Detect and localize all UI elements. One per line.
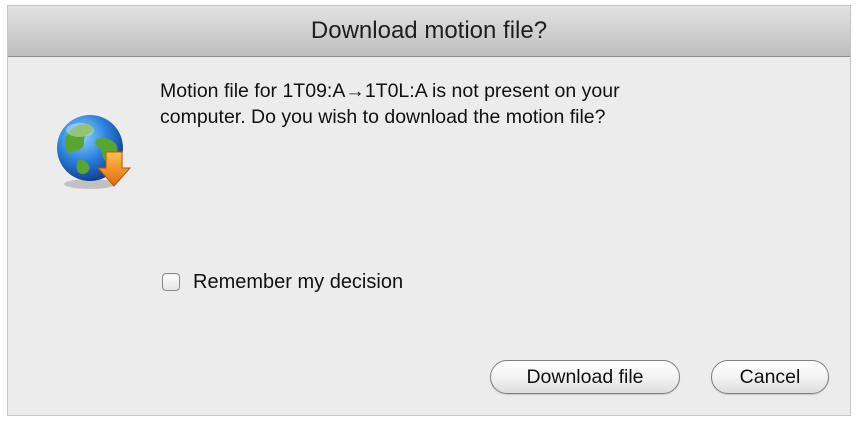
globe-download-icon — [52, 110, 134, 192]
remember-decision-label[interactable]: Remember my decision — [193, 271, 403, 294]
cancel-button[interactable]: Cancel — [711, 360, 829, 394]
remember-decision-row[interactable]: Remember my decision — [162, 270, 403, 294]
download-file-button[interactable]: Download file — [490, 360, 680, 394]
dialog-window: Download motion file? Motion file for 1T… — [8, 6, 850, 415]
dialog-title: Download motion file? — [310, 17, 548, 44]
remember-decision-checkbox[interactable] — [162, 273, 180, 291]
dialog-titlebar[interactable]: Download motion file? — [8, 6, 850, 57]
dialog-message: Motion file for 1T09:A→1T0L:A is not pre… — [160, 80, 620, 128]
